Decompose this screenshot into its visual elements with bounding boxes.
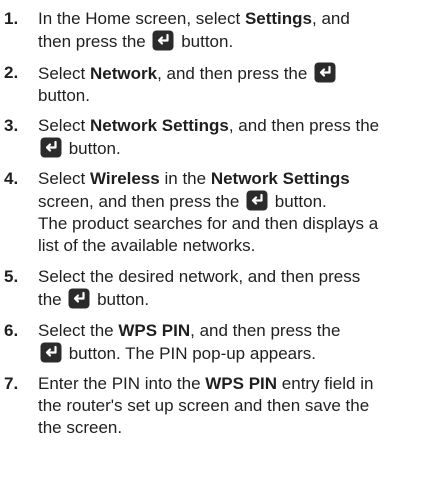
- enter-button-icon: [152, 30, 174, 51]
- menu-term: Settings: [244, 9, 312, 28]
- enter-button-icon: [68, 288, 90, 309]
- step-number: 4.: [4, 169, 19, 188]
- menu-term: Network: [89, 64, 158, 83]
- enter-button-icon: [314, 62, 336, 83]
- step-number: 1.: [4, 9, 19, 28]
- step-text: Select the WPS PIN, and then press the b…: [38, 321, 341, 363]
- step-text: In the Home screen, select Settings, and…: [38, 9, 350, 51]
- step-text: Select Network, and then press the butto…: [38, 62, 442, 107]
- step-text: Select Wireless in the Network Settings …: [38, 169, 379, 255]
- enter-button-icon: [246, 190, 268, 211]
- step-number: 3.: [4, 116, 19, 135]
- enter-button-icon: [40, 137, 62, 158]
- step-number: 6.: [4, 321, 19, 340]
- menu-term: WPS PIN: [205, 374, 278, 393]
- step-number: 5.: [4, 267, 19, 286]
- menu-term: WPS PIN: [118, 321, 191, 340]
- menu-term: Network Settings: [89, 116, 229, 135]
- menu-term: Wireless: [89, 169, 160, 188]
- enter-button-icon: [40, 342, 62, 363]
- step-number: 2.: [4, 63, 19, 82]
- step-text: Select the desired network, and then pre…: [38, 267, 361, 309]
- step-text: Select Network Settings, and then press …: [38, 116, 380, 158]
- menu-term: Network Settings: [210, 169, 350, 188]
- step-number: 7.: [4, 374, 19, 393]
- step-text: Enter the PIN into the WPS PIN entry fie…: [38, 374, 374, 437]
